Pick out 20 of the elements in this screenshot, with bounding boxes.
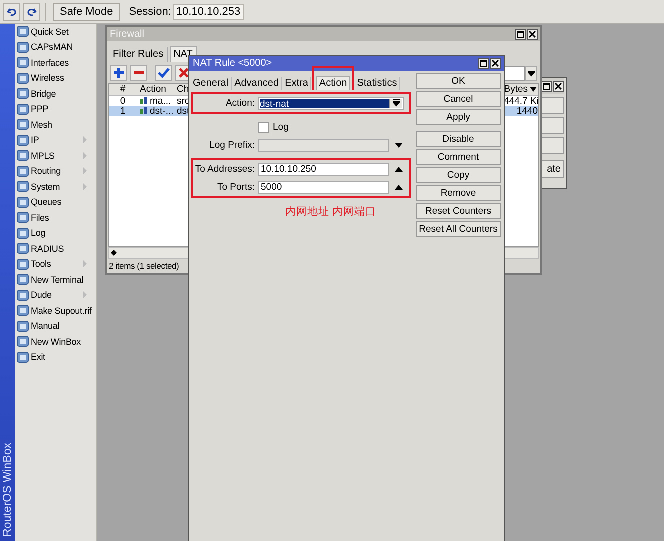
field-label: Log Prefix: [208,140,256,150]
table-cell: 444.7 Ki [504,96,538,106]
table-cell: ma... [150,96,172,106]
status-text: 2 items (1 selected) [108,260,180,273]
table-cell-text: 1440 [516,106,538,116]
table-cell: dst-... [150,106,174,116]
session-label: Session: [129,6,172,18]
annotation-text: 内网地址 内网端口 [284,205,378,219]
checkbox-label: Log [273,122,289,132]
column-header: # [119,84,127,95]
table-cell-text: 1 [119,106,127,116]
field-label: Action: [224,98,256,108]
field-label: To Ports: [216,182,256,192]
window-title: Firewall [110,28,144,40]
table-cell-text: 0 [119,96,127,106]
brand-text: RouterOS WinBox [2,443,14,537]
column-header: Action [139,84,168,95]
column-header: Bytes [503,84,528,95]
field-label: To Addresses: [194,164,256,174]
selected-value: dst-nat [260,98,389,108]
